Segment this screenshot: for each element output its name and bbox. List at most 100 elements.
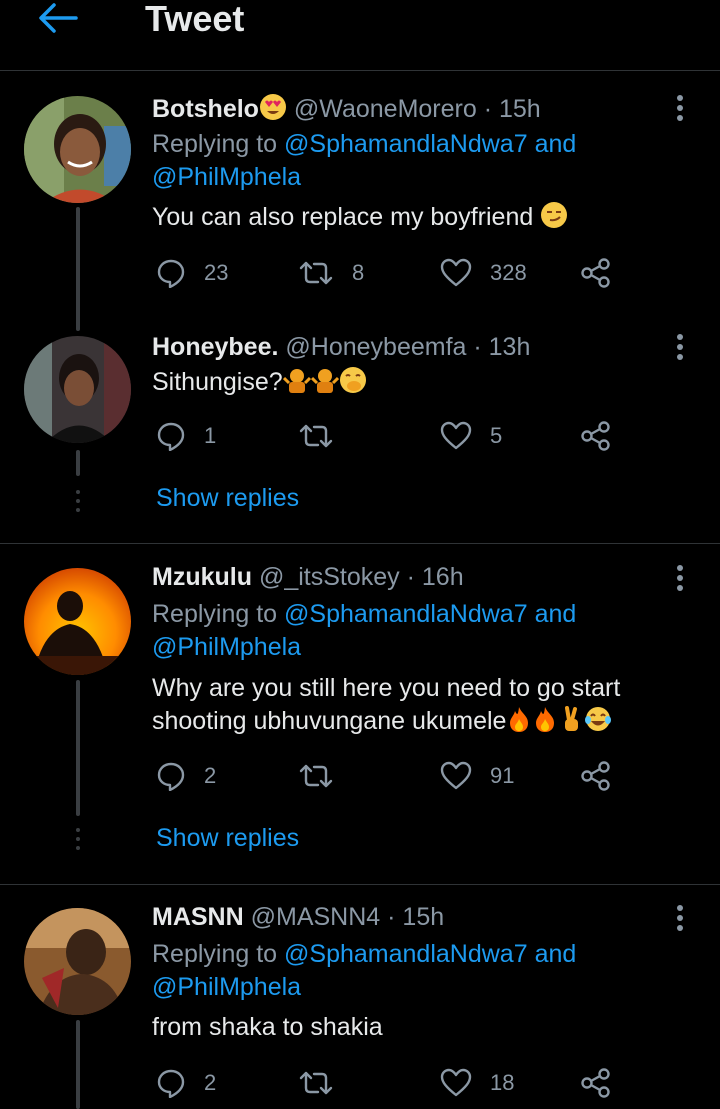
retweet-button[interactable]: [298, 756, 352, 796]
timestamp: · 15h: [387, 903, 445, 931]
reply-icon: [157, 422, 185, 451]
reply-count: 2: [204, 1070, 217, 1095]
tweet-text-content: from shaka to shakia: [152, 1013, 383, 1041]
reply-icon: [157, 259, 185, 288]
heart-icon: [440, 1068, 472, 1097]
heart-icon: [440, 761, 472, 790]
avatar[interactable]: [24, 908, 131, 1015]
reply-icon: [157, 762, 185, 791]
tweet-text: Why are you still here you need to go st…: [152, 672, 692, 738]
display-name[interactable]: Botshelo: [152, 95, 259, 123]
tweet-header: Honeybee. @Honeybeemfa · 13h: [152, 333, 530, 362]
handle[interactable]: @Honeybeemfa: [285, 333, 466, 361]
replying-prefix: Replying to: [152, 600, 278, 628]
fire-emoji-icon: [510, 707, 529, 732]
tweet-text-line: Why are you still here you need to go st…: [152, 674, 621, 702]
like-button[interactable]: 18: [440, 1063, 514, 1103]
timestamp: · 13h: [473, 333, 531, 361]
tweet-text-line: shooting ubhuvungane ukumele: [152, 707, 507, 735]
mention-link[interactable]: @PhilMphela: [152, 633, 301, 661]
tweet-header: MASNN @MASNN4 · 15h: [152, 903, 444, 932]
share-icon: [581, 258, 610, 288]
mention-link[interactable]: @PhilMphela: [152, 163, 301, 191]
like-count: 91: [490, 763, 515, 788]
tweet-text: from shaka to shakia: [152, 1011, 672, 1044]
tweet-actions: 2 91: [152, 756, 672, 796]
back-arrow-icon[interactable]: [36, 2, 78, 34]
retweet-button[interactable]: [298, 416, 352, 456]
display-name[interactable]: Honeybee.: [152, 333, 278, 361]
share-button[interactable]: [580, 756, 612, 796]
shrug-emoji-icon: [310, 369, 339, 393]
like-button[interactable]: 91: [440, 756, 514, 796]
thread-line: [76, 207, 80, 331]
heart-eyes-emoji-icon: [259, 94, 286, 120]
timestamp: · 16h: [406, 563, 464, 591]
handle[interactable]: @MASNN4: [251, 903, 381, 931]
heart-icon: [440, 421, 472, 450]
display-name[interactable]: MASNN: [152, 903, 244, 931]
reply-button[interactable]: 2: [156, 1063, 216, 1103]
thread-line: [76, 680, 80, 816]
like-count: 5: [490, 423, 503, 448]
share-button[interactable]: [580, 253, 612, 293]
share-button[interactable]: [580, 1063, 612, 1103]
mention-link[interactable]: @SphamandlaNdwa7: [284, 600, 528, 628]
and-connector: and: [534, 940, 577, 968]
more-options-icon[interactable]: [670, 903, 690, 933]
retweet-icon: [299, 764, 333, 788]
share-button[interactable]: [580, 416, 612, 456]
smirk-emoji-icon: [541, 202, 568, 228]
retweet-button[interactable]: 8: [298, 253, 364, 293]
reply-button[interactable]: 1: [156, 416, 216, 456]
display-name[interactable]: Mzukulu: [152, 563, 252, 591]
thread-dots: [76, 490, 80, 512]
more-options-icon[interactable]: [670, 332, 690, 362]
crossed-fingers-emoji-icon: [565, 706, 579, 731]
tweet-actions: 2 18: [152, 1063, 672, 1103]
tweet-text: You can also replace my boyfriend: [152, 201, 672, 234]
more-options-icon[interactable]: [670, 93, 690, 123]
and-connector: and: [534, 600, 577, 628]
fire-emoji-icon: [536, 707, 555, 732]
avatar[interactable]: [24, 336, 131, 443]
thread-dots: [76, 828, 80, 850]
reply-count: 1: [204, 423, 217, 448]
tweet-actions: 23 8 328: [152, 253, 672, 293]
tweet-text-content: You can also replace my boyfriend: [152, 203, 534, 231]
tweet-header: Mzukulu @_itsStokey · 16h: [152, 563, 464, 592]
like-count: 18: [490, 1070, 515, 1095]
shrug-emoji-icon: [282, 369, 311, 393]
tweet-header: Botshelo @WaoneMorero · 15h: [152, 93, 541, 124]
tears-of-joy-emoji-icon: [585, 707, 612, 731]
reply-button[interactable]: 23: [156, 253, 228, 293]
app-header: Tweet: [0, 0, 720, 71]
retweet-button[interactable]: [298, 1063, 352, 1103]
more-options-icon[interactable]: [670, 563, 690, 593]
retweet-icon: [299, 1071, 333, 1095]
divider: [0, 543, 720, 544]
reply-count: 2: [204, 763, 217, 788]
mention-link[interactable]: @PhilMphela: [152, 973, 301, 1001]
show-replies-link[interactable]: Show replies: [156, 484, 299, 513]
hand-over-mouth-emoji-icon: [339, 367, 366, 393]
mention-link[interactable]: @SphamandlaNdwa7: [284, 940, 528, 968]
avatar[interactable]: [24, 568, 131, 675]
like-button[interactable]: 5: [440, 416, 502, 456]
avatar[interactable]: [24, 96, 131, 203]
handle[interactable]: @WaoneMorero: [294, 95, 477, 123]
show-replies-link[interactable]: Show replies: [156, 824, 299, 853]
handle[interactable]: @_itsStokey: [259, 563, 400, 591]
reply-count: 23: [204, 260, 229, 285]
replying-prefix: Replying to: [152, 940, 278, 968]
retweet-icon: [299, 261, 333, 285]
like-button[interactable]: 328: [440, 253, 527, 293]
reply-button[interactable]: 2: [156, 756, 216, 796]
replying-to: Replying to @SphamandlaNdwa7 and @PhilMp…: [152, 128, 576, 194]
tweet-actions: 1 5: [152, 416, 672, 456]
retweet-count: 8: [352, 260, 365, 285]
heart-icon: [440, 258, 472, 287]
mention-link[interactable]: @SphamandlaNdwa7: [284, 130, 528, 158]
timestamp: · 15h: [483, 95, 541, 123]
share-icon: [581, 761, 610, 791]
